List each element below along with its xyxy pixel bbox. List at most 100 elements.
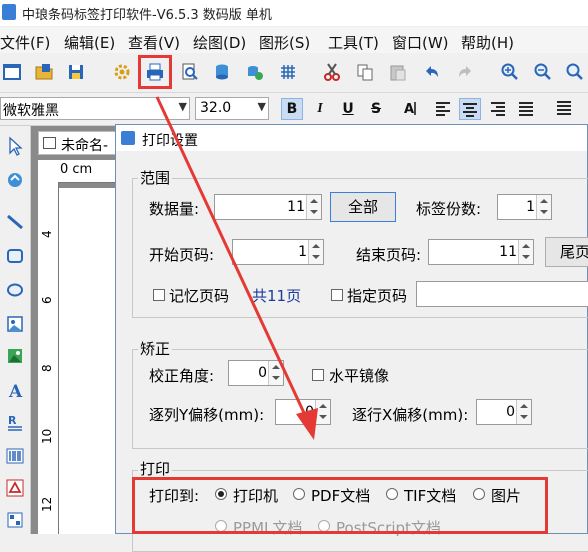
menu-draw[interactable]: 绘图(D) <box>193 32 246 53</box>
font-size-value: 32.0 <box>200 100 232 116</box>
data-count-value: 11 <box>287 199 305 215</box>
italic-button[interactable]: I <box>309 98 331 120</box>
ruler-top-label: 0 cm <box>60 162 93 177</box>
row-x-offset-value: 0 <box>506 404 515 420</box>
spinner-arrows[interactable] <box>516 400 531 424</box>
font-name-select[interactable]: 微软雅黑 ▼ <box>0 97 190 120</box>
label-page[interactable] <box>59 188 119 534</box>
menu-tools[interactable]: 工具(T) <box>328 32 379 53</box>
last-page-button[interactable]: 尾页 <box>545 237 588 267</box>
pointer-icon[interactable] <box>5 136 25 156</box>
all-button[interactable]: 全部 <box>330 192 396 222</box>
line-tool-icon[interactable] <box>5 212 25 232</box>
zoom-fit-icon[interactable] <box>565 62 585 82</box>
menu-view[interactable]: 查看(V) <box>128 32 180 53</box>
save-icon[interactable] <box>66 62 86 82</box>
menu-window[interactable]: 窗口(W) <box>392 32 449 53</box>
end-page-input[interactable]: 11 <box>428 239 534 265</box>
menu-bar: 文件(F) 编辑(E) 查看(V) 绘图(D) 图形(S) 工具(T) 窗口(W… <box>0 27 588 53</box>
menu-shape[interactable]: 图形(S) <box>259 32 310 53</box>
font-toolbar: 微软雅黑 ▼ 32.0 ▼ B I U S A <box>0 93 588 126</box>
label-copies-input[interactable]: 1 <box>497 194 552 220</box>
align-left-icon[interactable] <box>432 98 454 120</box>
print-settings-dialog: 打印设置 范围 数据量: 11 全部 标签份数: 1 开始页码: 1 结束页码:… <box>115 124 588 552</box>
text-tool-icon[interactable]: A <box>5 380 25 400</box>
font-name-value: 微软雅黑 <box>3 103 59 119</box>
document-icon <box>43 137 56 149</box>
pan-icon[interactable] <box>5 170 25 190</box>
copy-icon[interactable] <box>355 62 375 82</box>
align-right-icon[interactable] <box>487 98 509 120</box>
ruler-label: 12 <box>40 496 54 512</box>
column-y-offset-label: 逐列Y偏移(mm): <box>149 406 265 424</box>
specify-page-input[interactable] <box>416 281 588 307</box>
strikethrough-button[interactable]: S <box>365 98 387 120</box>
spinner-arrows[interactable] <box>306 195 321 219</box>
spinner-arrows[interactable] <box>518 240 533 264</box>
underline-button[interactable]: U <box>337 98 359 120</box>
qrcode-icon[interactable] <box>5 510 25 530</box>
rich-text-icon[interactable]: R <box>5 412 25 432</box>
start-page-input[interactable]: 1 <box>232 239 324 265</box>
title-bar: 中琅条码标签打印软件-V6.5.3 数码版 单机 <box>0 0 588 26</box>
ruler-label: 10 <box>40 428 54 444</box>
zoom-out-icon[interactable] <box>533 62 553 82</box>
grid-icon[interactable] <box>278 62 298 82</box>
align-justify-icon[interactable] <box>515 98 537 120</box>
ruler-label: 8 <box>40 364 54 372</box>
correction-angle-label: 校正角度: <box>149 367 215 385</box>
align-center-icon[interactable] <box>459 98 481 120</box>
new-icon[interactable] <box>2 62 22 82</box>
undo-icon[interactable] <box>422 62 442 82</box>
chevron-down-icon: ▼ <box>257 100 266 113</box>
cut-icon[interactable] <box>322 62 342 82</box>
rotate-text-icon[interactable]: A <box>400 98 422 120</box>
specify-page-label: 指定页码 <box>347 287 408 305</box>
spinner-arrows[interactable] <box>308 240 323 264</box>
svg-text:R: R <box>8 414 17 427</box>
spinner-arrows[interactable] <box>268 361 283 385</box>
horizontal-mirror-checkbox[interactable] <box>312 369 324 381</box>
menu-help[interactable]: 帮助(H) <box>461 32 514 53</box>
tool-palette: A R <box>0 126 31 534</box>
font-size-select[interactable]: 32.0 ▼ <box>195 97 269 120</box>
svg-text:A: A <box>404 102 414 117</box>
menu-edit[interactable]: 编辑(E) <box>64 32 115 53</box>
remember-page-label: 记忆页码 <box>169 287 230 305</box>
open-icon[interactable] <box>34 62 54 82</box>
menu-file[interactable]: 文件(F) <box>0 32 50 53</box>
row-x-offset-input[interactable]: 0 <box>476 399 532 425</box>
app-icon <box>2 4 16 20</box>
spinner-arrows[interactable] <box>315 400 330 424</box>
shape-icon[interactable] <box>5 478 25 498</box>
image-icon[interactable] <box>5 314 25 334</box>
start-page-label: 开始页码: <box>149 246 215 264</box>
print-icon[interactable] <box>138 55 172 89</box>
bold-button[interactable]: B <box>281 98 303 120</box>
remember-page-checkbox[interactable] <box>153 289 165 301</box>
correction-angle-value: 0 <box>258 365 267 381</box>
rounded-rect-icon[interactable] <box>5 246 25 266</box>
start-page-value: 1 <box>298 244 307 260</box>
column-y-offset-value: 0 <box>305 404 314 420</box>
correction-angle-input[interactable]: 0 <box>228 360 284 386</box>
spinner-arrows[interactable] <box>536 195 551 219</box>
paste-icon[interactable] <box>388 62 408 82</box>
picture-icon[interactable] <box>5 346 25 366</box>
database-icon[interactable] <box>212 62 232 82</box>
specify-page-checkbox[interactable] <box>331 289 343 301</box>
line-spacing-icon[interactable] <box>553 98 575 120</box>
redo-icon[interactable] <box>455 62 475 82</box>
column-y-offset-input[interactable]: 0 <box>275 399 331 425</box>
zoom-in-icon[interactable] <box>500 62 520 82</box>
settings-icon[interactable] <box>112 62 132 82</box>
barcode-icon[interactable] <box>5 446 25 466</box>
ruler-vertical: 4 6 8 10 12 <box>38 182 59 534</box>
data-source-icon[interactable] <box>245 62 265 82</box>
ellipse-icon[interactable] <box>5 280 25 300</box>
print-preview-icon[interactable] <box>180 62 200 82</box>
correction-group-title: 矫正 <box>138 338 173 359</box>
label-copies-value: 1 <box>526 199 535 215</box>
data-count-input[interactable]: 11 <box>214 194 322 220</box>
chevron-down-icon: ▼ <box>178 100 187 113</box>
